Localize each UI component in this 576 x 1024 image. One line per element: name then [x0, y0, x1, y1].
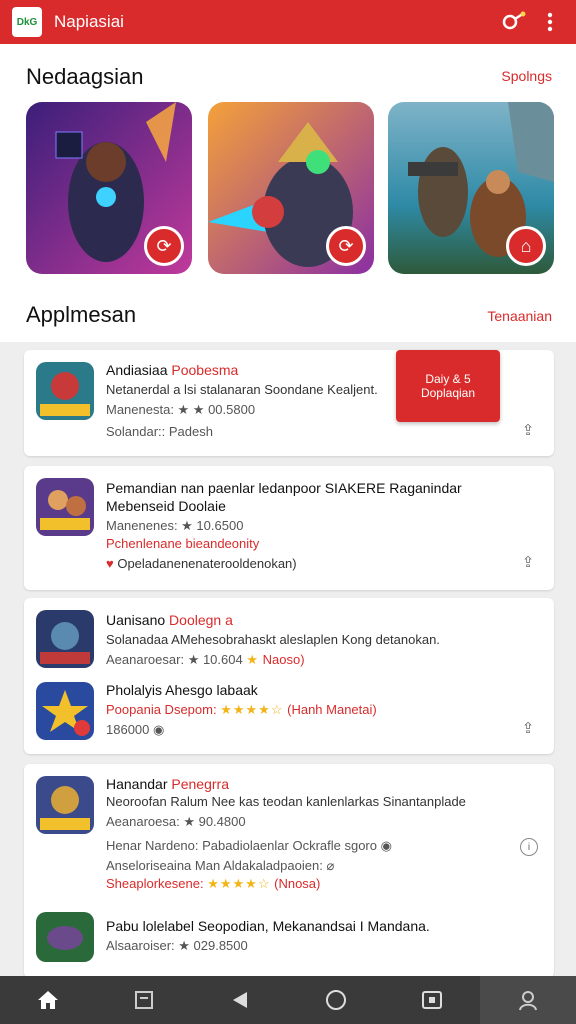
- item-description: Netanerdal a lsi stalanaran Soondane Kea…: [106, 382, 378, 397]
- share-icon[interactable]: ⇪: [518, 552, 538, 572]
- featured-card-1[interactable]: ⟳: [26, 102, 192, 274]
- item-rating: Poopania Dsepom: ★★★★☆ (Hanh Manetai): [106, 702, 377, 717]
- item-subtitle: Poobesma: [171, 362, 239, 378]
- item-description: Neoroofan Ralum Nee kas teodan kanlenlar…: [106, 794, 466, 809]
- item-title: Uanisano: [106, 612, 166, 628]
- item-subtitle: Penegrra: [171, 776, 229, 792]
- app-icon: [36, 362, 94, 420]
- item-details-2: Anseloriseaina Man Aldakaladpaoien: ⌀: [106, 858, 335, 873]
- featured-see-all-link[interactable]: Spolngs: [501, 68, 552, 84]
- refresh-icon[interactable]: ⟳: [144, 226, 184, 266]
- item-title: Pemandian nan paenlar ledanpoor SIAKERE …: [106, 480, 462, 496]
- app-title: Napiasiai: [54, 12, 124, 31]
- profile-icon[interactable]: [480, 976, 576, 1024]
- item-rating-2: Sheaplorkesene: ★★★★☆ (Nnosa): [106, 876, 321, 891]
- item-description: Solanadaa AMehesobrahaskt aleslaplen Kon…: [106, 632, 440, 647]
- app-list-card: Pemandian nan paenlar ledanpoor SIAKERE …: [24, 466, 554, 590]
- item-title: Pholalyis Ahesgo labaak: [106, 682, 258, 698]
- refresh-icon[interactable]: ⟳: [326, 226, 366, 266]
- bottom-navigation: [0, 976, 576, 1024]
- app-icon: [36, 776, 94, 834]
- item-rating: Aeanaroesa: ★ 90.4800: [106, 814, 246, 829]
- item-title: Andiasiaa: [106, 362, 168, 378]
- app-icon: [36, 682, 94, 740]
- featured-title: Nedaagsian: [26, 64, 144, 89]
- item-tagline: Pchenlenane bieandeonity: [106, 536, 260, 551]
- app-icon: [36, 610, 94, 668]
- app-list-card: Andiasiaa Poobesma Netanerdal a lsi stal…: [24, 350, 554, 456]
- share-icon[interactable]: ⇪: [518, 420, 538, 440]
- home-icon[interactable]: [0, 976, 96, 1024]
- back-icon[interactable]: [192, 976, 288, 1024]
- item-rating: Aeanaroesar: ★ 10.604 ★ Naoso): [106, 652, 305, 667]
- app-bar: DkG Napiasiai: [0, 0, 576, 44]
- apps-title: Applmesan: [26, 302, 137, 327]
- recents-icon[interactable]: [384, 976, 480, 1024]
- item-status: Solandar:: Padesh: [106, 424, 213, 439]
- app-icon: [36, 478, 94, 536]
- item-downloads: 186000 ◉: [106, 722, 165, 737]
- item-rating: Alsaaroiser: ★ 029.8500: [106, 938, 248, 953]
- item-status: ♥ Opeladanenenaterooldenokan): [106, 556, 297, 571]
- bookmark-icon[interactable]: ⌂: [506, 226, 546, 266]
- item-status-text: Opeladanenenaterooldenokan): [117, 556, 297, 571]
- item-title: Hanandar: [106, 776, 168, 792]
- item-rating: Manenenes: ★ 10.6500: [106, 518, 244, 533]
- key-icon[interactable]: [500, 8, 528, 36]
- app-logo[interactable]: DkG: [12, 7, 42, 37]
- app-list-card: Hanandar Penegrra Neoroofan Ralum Nee ka…: [24, 764, 554, 978]
- item-details: Henar Nardeno: Pabadiolaenlar Ockrafle s…: [106, 838, 392, 853]
- apps-see-all-link[interactable]: Tenaanian: [487, 308, 552, 324]
- apps-section-header: Applmesan Tenaanian: [0, 288, 576, 342]
- home-circle-icon[interactable]: [288, 976, 384, 1024]
- more-vert-icon[interactable]: [536, 8, 564, 36]
- install-button[interactable]: Daiy & 5 Doplaqian: [396, 350, 500, 422]
- item-rating: Manenesta: ★ ★ 00.5800: [106, 402, 256, 417]
- app-icon: [36, 912, 94, 962]
- install-button-label: Daiy & 5: [425, 372, 471, 386]
- share-icon[interactable]: ⇪: [518, 718, 538, 738]
- tasks-icon[interactable]: [96, 976, 192, 1024]
- item-subtitle: Mebenseid Doolaie: [106, 498, 226, 514]
- featured-card-3[interactable]: ⌂: [388, 102, 554, 274]
- info-icon[interactable]: i: [520, 838, 538, 856]
- install-button-sublabel: Doplaqian: [420, 386, 476, 400]
- heart-icon: ♥: [106, 556, 114, 571]
- item-title: Pabu lolelabel Seopodian, Mekanandsai I …: [106, 918, 430, 934]
- app-list-card: Uanisano Doolegn a Solanadaa AMehesobrah…: [24, 598, 554, 754]
- featured-card-2[interactable]: ⟳: [208, 102, 374, 274]
- item-subtitle: Doolegn a: [169, 612, 233, 628]
